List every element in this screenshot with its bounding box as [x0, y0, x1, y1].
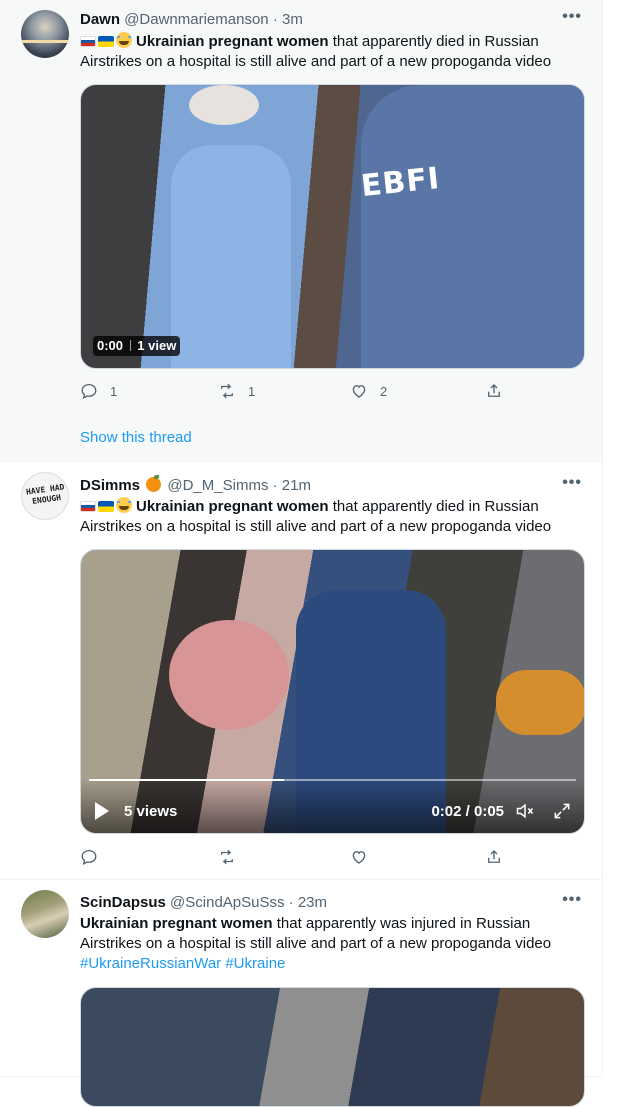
like-icon — [352, 851, 366, 864]
like-count: 2 — [380, 383, 388, 399]
video-progress-fill — [89, 779, 284, 781]
tweet[interactable]: HAVE HAD ENOUGH DSimms @D_M_Simms · 21m … — [0, 462, 602, 880]
russia-flag-icon — [80, 36, 96, 47]
video-progress-bar[interactable] — [89, 779, 576, 781]
share-button[interactable] — [485, 848, 503, 866]
tweet-header: ScinDapsus @ScindApSuSss · 23m — [80, 894, 327, 912]
video-time: 0:02 / 0:05 — [431, 803, 504, 820]
tweet-text: Ukrainian pregnant women that apparently… — [80, 914, 560, 974]
video-views: 5 views — [124, 803, 178, 820]
reply-count: 1 — [110, 383, 118, 399]
retweet-button[interactable]: 1 — [218, 382, 255, 400]
like-button[interactable] — [350, 848, 368, 866]
mute-icon[interactable] — [514, 801, 536, 821]
avatar[interactable]: HAVE HAD ENOUGH — [21, 472, 69, 520]
tweet-text-bold: Ukrainian pregnant women — [80, 915, 273, 932]
retweet-icon — [221, 849, 233, 865]
video-badge: 0:00 1 view — [93, 336, 181, 356]
more-icon[interactable]: ••• — [562, 8, 582, 26]
tweet-actions: 1 1 2 — [80, 382, 510, 402]
tweet-text: Ukrainian pregnant women that apparently… — [80, 32, 560, 72]
like-button[interactable]: 2 — [350, 382, 387, 400]
hashtag-link[interactable]: #Ukraine — [225, 955, 285, 972]
ukraine-flag-icon — [98, 501, 114, 512]
tweet[interactable]: ScinDapsus @ScindApSuSss · 23m ••• Ukrai… — [0, 880, 602, 1107]
video-time: 0:00 — [97, 338, 124, 353]
retweet-count: 1 — [248, 383, 256, 399]
timestamp[interactable]: · 23m — [289, 894, 327, 911]
avatar[interactable] — [21, 10, 69, 58]
orange-emoji-icon — [146, 475, 162, 492]
reply-button[interactable] — [80, 848, 98, 866]
tweet-text-bold: Ukrainian pregnant women — [136, 33, 329, 50]
video-player[interactable]: 5 views 0:02 / 0:05 — [80, 549, 585, 834]
video-player[interactable]: EBFI 0:00 1 view — [80, 84, 585, 369]
timestamp[interactable]: · 3m — [273, 11, 303, 28]
tweet-actions — [80, 848, 510, 868]
share-icon — [488, 384, 500, 397]
display-name[interactable]: Dawn — [80, 11, 120, 28]
display-name[interactable]: ScinDapsus — [80, 894, 166, 911]
reply-button[interactable]: 1 — [80, 382, 117, 400]
play-icon[interactable] — [95, 802, 109, 820]
avatar[interactable] — [21, 890, 69, 938]
share-icon — [488, 850, 500, 863]
russia-flag-icon — [80, 501, 96, 512]
tweet-text-bold: Ukrainian pregnant women — [136, 498, 329, 515]
video-views: 1 view — [137, 338, 177, 353]
more-icon[interactable]: ••• — [562, 474, 582, 492]
tweet-header: Dawn @Dawnmariemanson · 3m — [80, 11, 303, 29]
hashtag-link[interactable]: #UkraineRussianWar — [80, 955, 221, 972]
video-player[interactable] — [80, 987, 585, 1107]
retweet-button[interactable] — [218, 848, 236, 866]
tweet-header: DSimms @D_M_Simms · 21m — [80, 475, 311, 495]
like-icon — [352, 385, 366, 398]
fullscreen-icon[interactable] — [552, 801, 572, 821]
tweet[interactable]: Dawn @Dawnmariemanson · 3m ••• Ukrainian… — [0, 0, 602, 462]
avatar-lettering: HAVE HAD ENOUGH — [25, 482, 65, 506]
user-handle[interactable]: @D_M_Simms — [167, 477, 268, 494]
crying-laughing-emoji-icon — [116, 497, 132, 513]
reply-icon — [81, 849, 97, 865]
share-button[interactable] — [485, 382, 503, 400]
show-thread-link[interactable]: Show this thread — [80, 429, 192, 446]
timestamp[interactable]: · 21m — [273, 477, 311, 494]
reply-icon — [81, 383, 97, 399]
tweet-text: Ukrainian pregnant women that apparently… — [80, 497, 560, 537]
user-handle[interactable]: @ScindApSuSss — [170, 894, 284, 911]
more-icon[interactable]: ••• — [562, 891, 582, 909]
timeline: Dawn @Dawnmariemanson · 3m ••• Ukrainian… — [0, 0, 603, 1107]
ukraine-flag-icon — [98, 36, 114, 47]
user-handle[interactable]: @Dawnmariemanson — [124, 11, 268, 28]
display-name[interactable]: DSimms — [80, 477, 140, 494]
retweet-icon — [221, 383, 233, 399]
crying-laughing-emoji-icon — [116, 32, 132, 48]
